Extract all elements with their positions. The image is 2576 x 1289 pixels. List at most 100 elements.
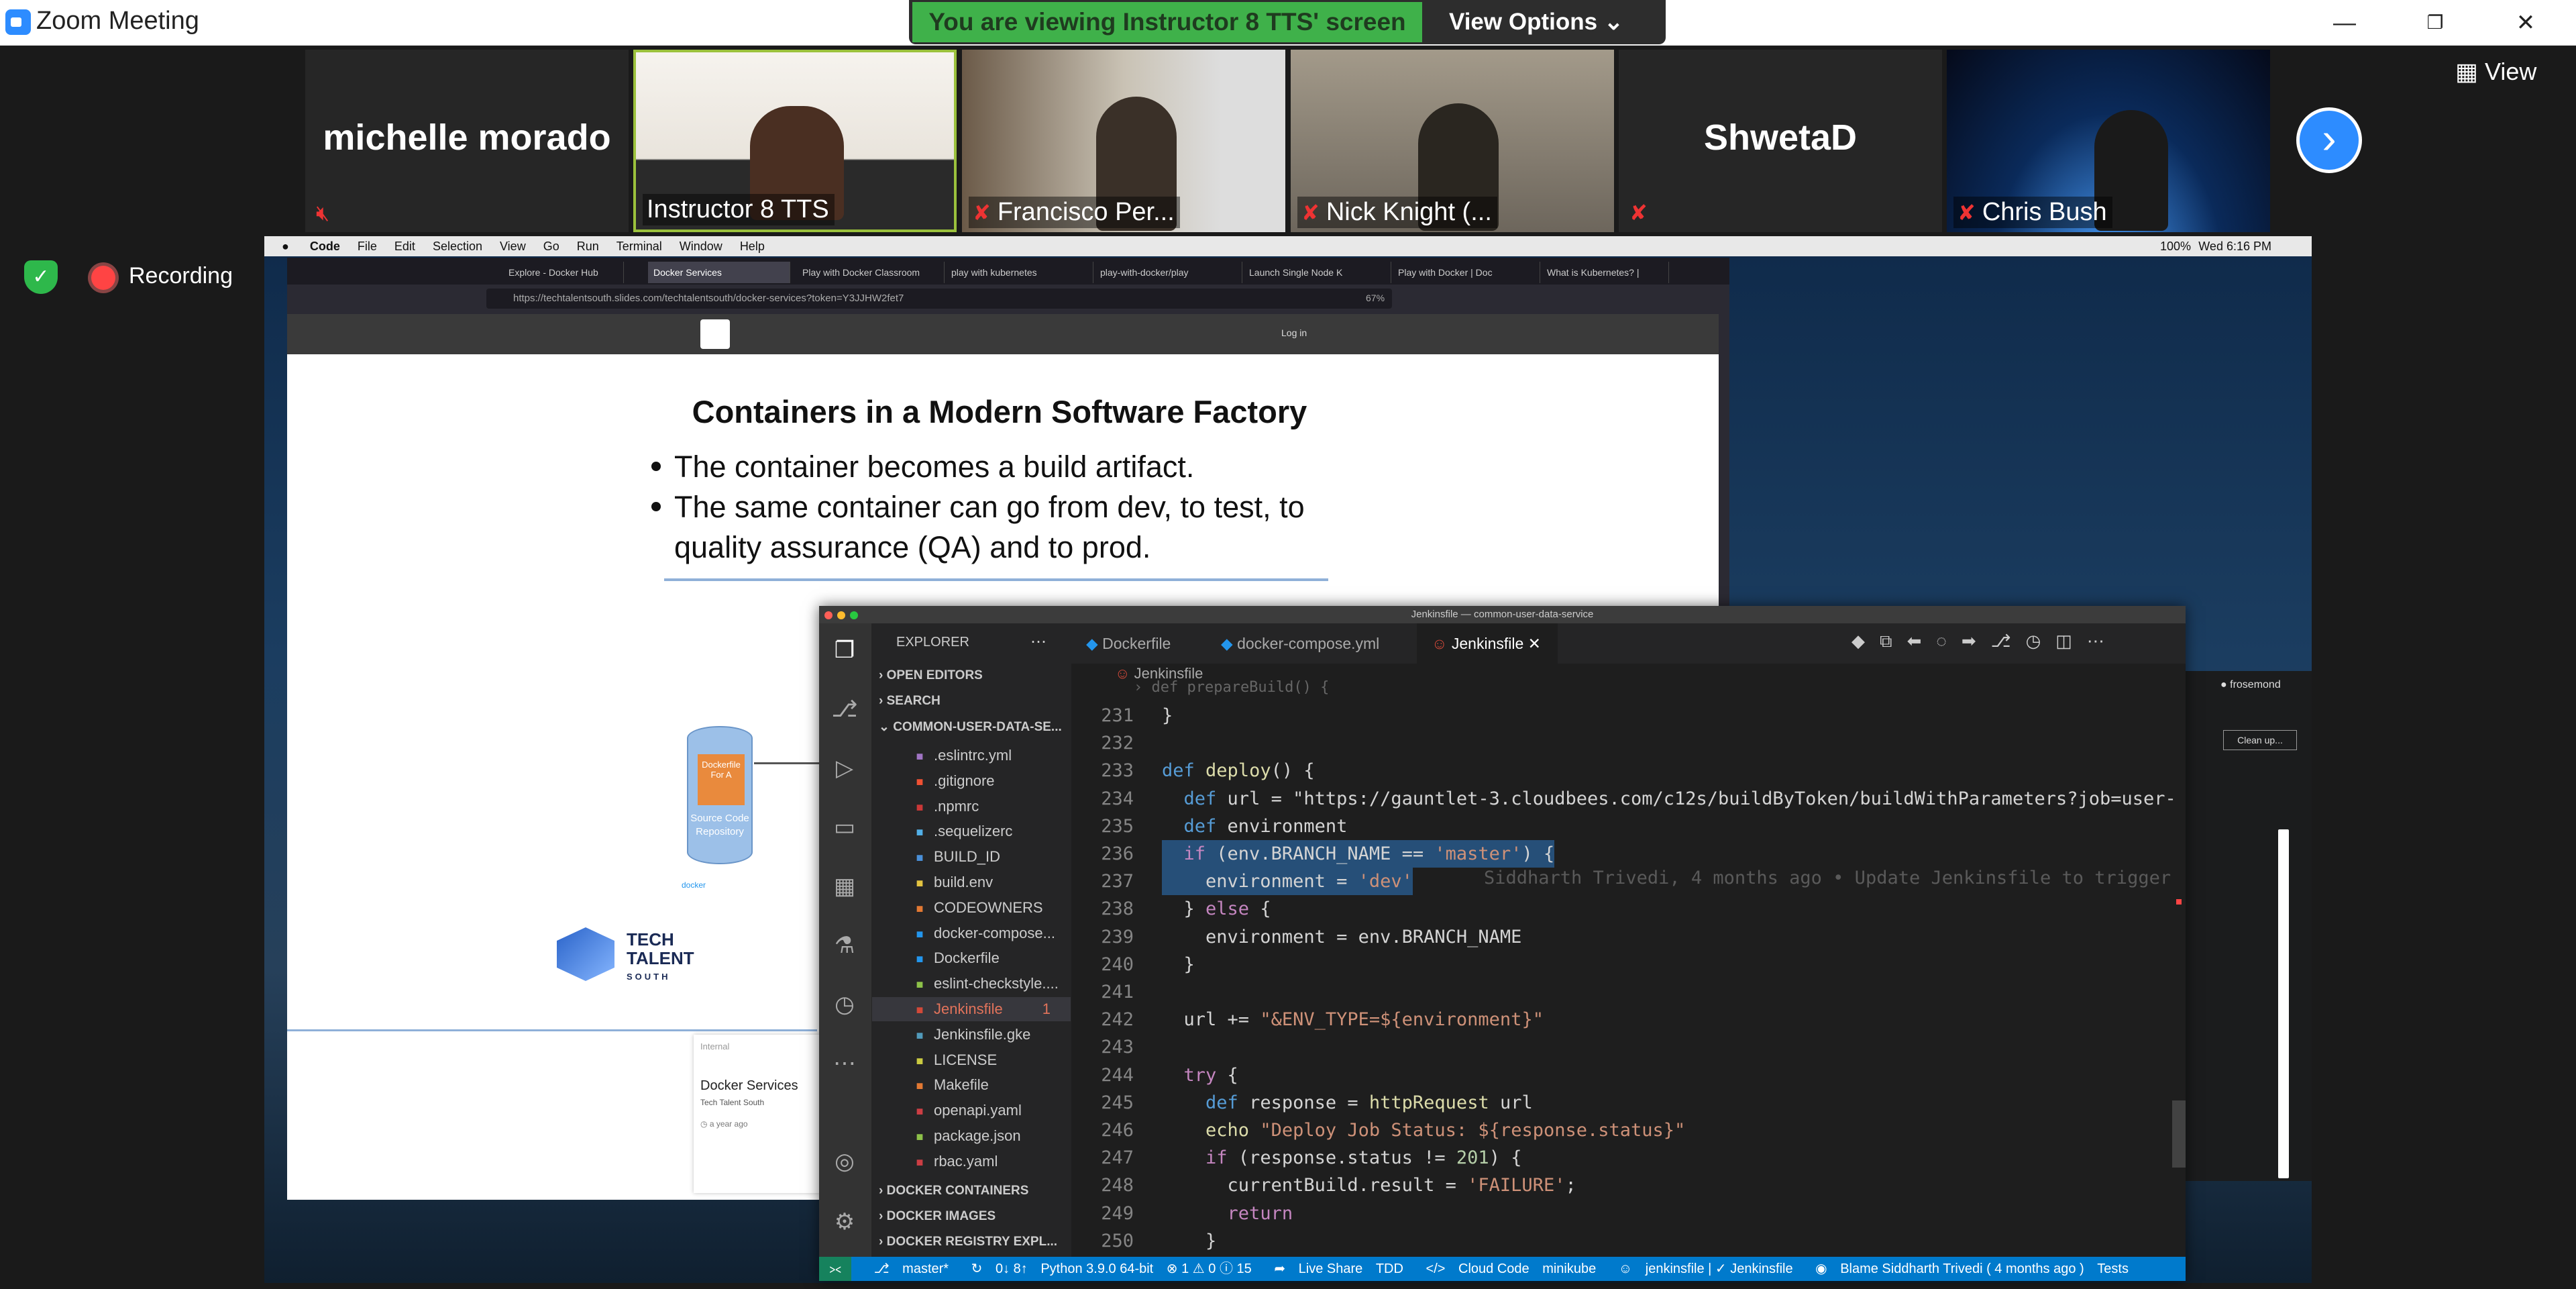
browser-tab[interactable]: Play with Docker | Doc bbox=[1393, 262, 1540, 283]
file-item[interactable]: ■ Makefile bbox=[912, 1073, 989, 1097]
browser-tab-active[interactable]: Docker Services bbox=[648, 262, 790, 283]
view-options-button[interactable]: View Options ⌄ bbox=[1449, 2, 1657, 42]
gear-icon[interactable]: ⚙ bbox=[830, 1208, 859, 1236]
menu-run[interactable]: Run bbox=[577, 240, 599, 253]
more-actions-icon[interactable]: ⋯ bbox=[1030, 632, 1046, 652]
file-item[interactable]: ■ rbac.yaml bbox=[912, 1149, 998, 1174]
file-item[interactable]: ■ Jenkinsfile 1 bbox=[872, 997, 1071, 1021]
user-menu[interactable]: ● frosemond bbox=[2220, 679, 2281, 691]
next-page-button[interactable]: › bbox=[2296, 107, 2362, 173]
blame-status[interactable]: ◉ Blame Siddharth Trivedi ( 4 months ago… bbox=[1806, 1261, 2084, 1276]
split-editor-icon[interactable]: ◫ bbox=[2055, 631, 2087, 651]
python-interpreter[interactable]: Python 3.9.0 64-bit bbox=[1040, 1261, 1153, 1276]
apple-icon[interactable]: ● bbox=[282, 240, 289, 253]
menu-file[interactable]: File bbox=[358, 240, 377, 253]
cloud-code-status[interactable]: </> Cloud Code bbox=[1417, 1261, 1529, 1276]
timeline-icon[interactable]: ◷ bbox=[2026, 631, 2056, 651]
browser-tab[interactable]: play-with-docker/play bbox=[1095, 262, 1242, 283]
section-open-editors[interactable]: › OPEN EDITORS bbox=[879, 668, 983, 683]
restore-icon[interactable]: ❐ bbox=[2415, 3, 2455, 43]
close-icon[interactable]: ✕ bbox=[1528, 635, 1541, 652]
browser-tab[interactable]: What is Kubernetes? | bbox=[1542, 262, 1669, 283]
remote-explorer-icon[interactable]: ▭ bbox=[830, 813, 859, 841]
extensions-icon[interactable]: ▦ bbox=[830, 872, 859, 900]
tab-jenkinsfile[interactable]: ☺ Jenkinsfile ✕ bbox=[1417, 623, 1558, 664]
participant-tile-active[interactable]: Instructor 8 TTS bbox=[633, 50, 957, 232]
file-item[interactable]: ■ .npmrc bbox=[912, 794, 979, 819]
file-item[interactable]: ■ .eslintrc.yml bbox=[912, 743, 1012, 768]
file-item[interactable]: ■ LICENSE bbox=[912, 1048, 998, 1072]
file-item[interactable]: ■ package.json bbox=[912, 1124, 1021, 1148]
file-item[interactable]: ■ BUILD_ID bbox=[912, 845, 1000, 869]
section-docker-registry[interactable]: › DOCKER REGISTRY EXPL... bbox=[879, 1235, 1057, 1249]
section-search[interactable]: › SEARCH bbox=[879, 694, 941, 709]
encryption-shield-icon[interactable]: ✓ bbox=[24, 260, 58, 294]
go-back-icon[interactable]: ⬅︎ bbox=[1907, 631, 1937, 651]
deck-card[interactable]: Internal Docker Services Tech Talent Sou… bbox=[694, 1035, 821, 1193]
participant-tile[interactable]: michelle morado 🔇︎ bbox=[305, 50, 629, 232]
slides-logo[interactable] bbox=[700, 319, 730, 349]
file-item[interactable]: ■ eslint-checkstyle.... bbox=[912, 972, 1059, 996]
tdd-status[interactable]: TDD bbox=[1376, 1261, 1403, 1276]
file-item[interactable]: ■ .gitignore bbox=[912, 769, 995, 793]
address-bar[interactable]: https://techtalentsouth.slides.com/techt… bbox=[486, 289, 1392, 309]
file-item[interactable]: ■ build.env bbox=[912, 870, 994, 894]
file-item[interactable]: ■ CODEOWNERS bbox=[912, 896, 1043, 920]
minikube-status[interactable]: minikube bbox=[1542, 1261, 1596, 1276]
participant-tile[interactable]: ✘ Francisco Per... bbox=[962, 50, 1285, 232]
browser-tab[interactable]: Explore - Docker Hub bbox=[503, 262, 624, 283]
testing-icon[interactable]: ⚗ bbox=[830, 931, 859, 960]
menu-go[interactable]: Go bbox=[543, 240, 559, 253]
sync-status[interactable]: ↻ 0↓ 8↑ bbox=[962, 1261, 1028, 1276]
tab-dockerfile[interactable]: ◆ Dockerfile bbox=[1071, 623, 1199, 664]
participant-tile[interactable]: ✘ Nick Knight (... bbox=[1291, 50, 1614, 232]
tab-docker-compose[interactable]: ◆ docker-compose.yml bbox=[1206, 623, 1407, 664]
more-icon[interactable]: ⋯ bbox=[2087, 631, 2119, 651]
live-share-status[interactable]: ➦ Live Share bbox=[1265, 1261, 1362, 1276]
file-item[interactable]: ■ Dockerfile bbox=[912, 946, 1000, 970]
branch-status[interactable]: ⎇ master* bbox=[865, 1261, 949, 1276]
file-item[interactable]: ■ docker-compose... bbox=[912, 921, 1055, 945]
clean-up-button[interactable]: Clean up... bbox=[2223, 730, 2297, 750]
close-window-icon[interactable] bbox=[824, 611, 833, 619]
menu-selection[interactable]: Selection bbox=[433, 240, 482, 253]
problems-status[interactable]: ⊗ 1 ⚠ 0 ⓘ 15 bbox=[1167, 1261, 1252, 1276]
menu-terminal[interactable]: Terminal bbox=[616, 240, 662, 253]
branch-icon[interactable]: ⎇ bbox=[1991, 631, 2026, 651]
browser-tab[interactable]: Play with Docker Classroom bbox=[797, 262, 945, 283]
section-project[interactable]: ⌄ COMMON-USER-DATA-SE... bbox=[879, 719, 1062, 735]
close-icon[interactable]: ✕ bbox=[2506, 3, 2546, 43]
zoom-window-icon[interactable] bbox=[850, 611, 858, 619]
menu-view[interactable]: View bbox=[500, 240, 526, 253]
browser-tab[interactable]: Launch Single Node K bbox=[1244, 262, 1391, 283]
editor-scrollbar[interactable] bbox=[2172, 1100, 2186, 1168]
tests-status[interactable]: Tests bbox=[2097, 1261, 2129, 1276]
section-docker-images[interactable]: › DOCKER IMAGES bbox=[879, 1209, 996, 1224]
scrollbar[interactable] bbox=[2278, 829, 2289, 1178]
go-forward-icon[interactable]: ➡︎ bbox=[1962, 631, 1991, 651]
menu-window[interactable]: Window bbox=[680, 240, 722, 253]
login-link[interactable]: Log in bbox=[1281, 327, 1307, 338]
menu-edit[interactable]: Edit bbox=[394, 240, 415, 253]
remote-icon[interactable]: ⪥ bbox=[819, 1257, 851, 1281]
view-button[interactable]: ▦ View bbox=[2455, 58, 2549, 93]
minimize-window-icon[interactable] bbox=[837, 611, 845, 619]
diff-icon[interactable]: ◆ bbox=[1851, 631, 1880, 651]
browser-tab[interactable]: play with kubernetes bbox=[946, 262, 1093, 283]
file-item[interactable]: ■ .sequelizerc bbox=[912, 819, 1013, 843]
jenkins-status[interactable]: ☺ jenkinsfile | ✓ Jenkinsfile bbox=[1609, 1261, 1793, 1276]
account-icon[interactable]: ◎ bbox=[830, 1147, 859, 1176]
timeline-icon[interactable]: ◷ bbox=[830, 990, 859, 1019]
files-icon[interactable]: ❐ bbox=[830, 636, 859, 664]
participant-tile[interactable]: ✘ Chris Bush bbox=[1947, 50, 2270, 232]
run-debug-icon[interactable]: ▷ bbox=[830, 754, 859, 782]
minimize-icon[interactable]: — bbox=[2324, 3, 2365, 43]
participant-tile[interactable]: ShwetaD ✘ bbox=[1619, 50, 1942, 232]
dot-icon[interactable]: ◌ bbox=[1936, 631, 1961, 651]
file-item[interactable]: ■ openapi.yaml bbox=[912, 1098, 1022, 1123]
file-item[interactable]: ■ Jenkinsfile.gke bbox=[912, 1023, 1031, 1047]
menu-help[interactable]: Help bbox=[740, 240, 765, 253]
source-control-icon[interactable]: ⎇ bbox=[830, 695, 859, 723]
more-icon[interactable]: ⋯ bbox=[830, 1049, 859, 1078]
menu-code[interactable]: Code bbox=[310, 240, 340, 253]
